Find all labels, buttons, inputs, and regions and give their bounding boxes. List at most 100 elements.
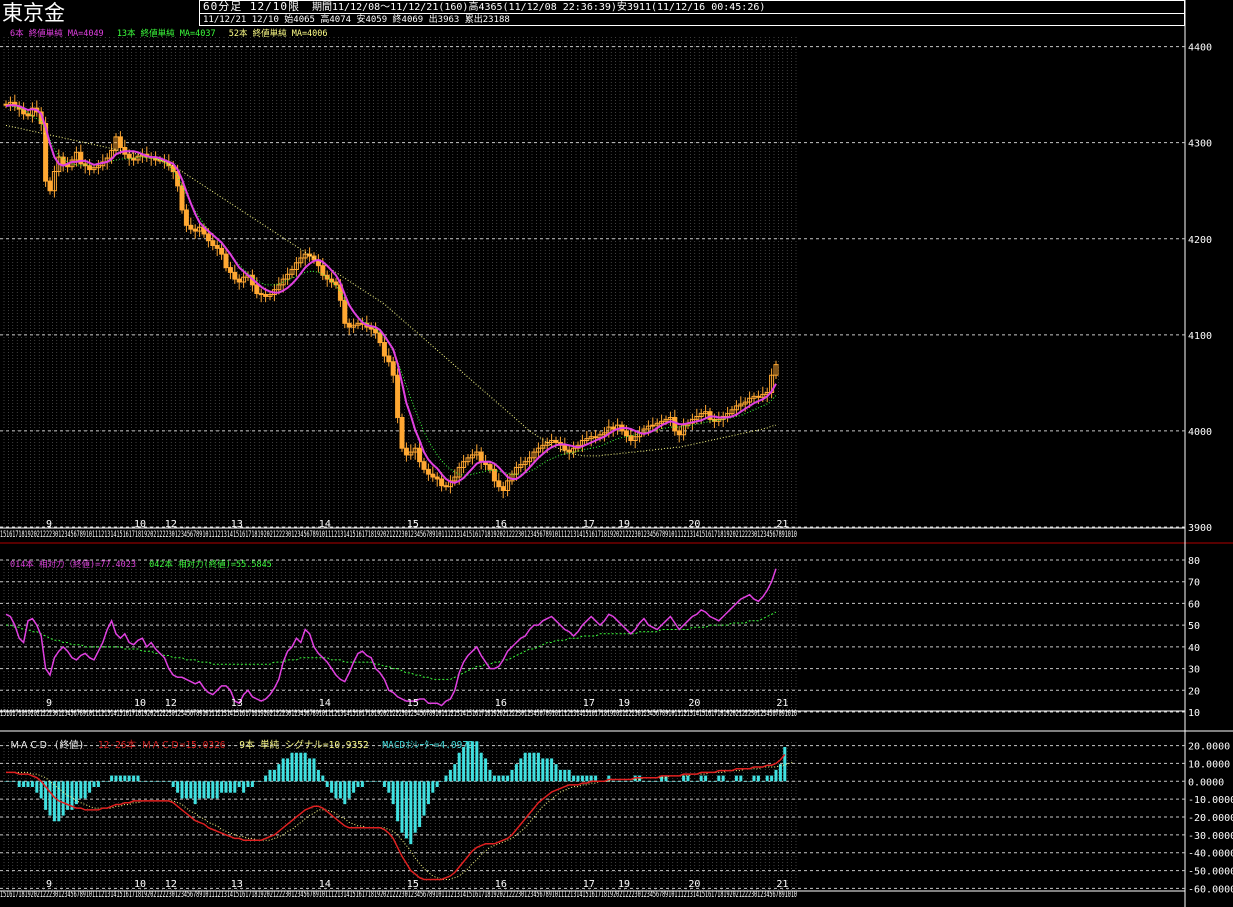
- histogram-bar: [308, 758, 312, 782]
- histogram-bar: [488, 769, 492, 782]
- histogram-bar: [484, 758, 488, 782]
- histogram-bar: [528, 752, 532, 782]
- histogram-bar: [250, 781, 254, 787]
- y-tick-label: 60: [1188, 599, 1200, 610]
- histogram-bar: [400, 781, 404, 833]
- y-tick-label: 50: [1188, 621, 1200, 632]
- histogram-bar: [730, 781, 734, 782]
- histogram-bar: [338, 781, 342, 799]
- histogram-bar: [704, 775, 708, 782]
- y-tick-label: 10: [1188, 708, 1200, 719]
- x-day-label: 21: [776, 519, 788, 530]
- x-day-label: 9: [46, 519, 52, 530]
- histogram-bar: [699, 775, 703, 782]
- candle: [346, 322, 352, 328]
- histogram-bar: [492, 775, 496, 782]
- x-day-label: 15: [407, 519, 419, 530]
- histogram-bar: [92, 781, 96, 787]
- rsi14-line: [5, 568, 777, 707]
- histogram-bar: [189, 781, 193, 799]
- x-day-label: 19: [618, 519, 630, 530]
- panel-grid-1: 10 20 30 40 50 60 70 80: [0, 556, 1200, 719]
- candle: [236, 278, 242, 283]
- histogram-bar: [558, 769, 562, 782]
- histogram-bar: [431, 781, 435, 793]
- histogram-bar: [123, 775, 127, 782]
- histogram-bar: [114, 775, 118, 782]
- histogram-bar: [316, 769, 320, 782]
- x-day-label: 20: [688, 879, 700, 890]
- candle: [210, 240, 216, 246]
- x-day-label: 17: [583, 879, 595, 890]
- histogram-bar: [413, 781, 417, 833]
- x-hour-labels: 1516171819202122230123456789101112131415…: [0, 709, 797, 719]
- x-day-label: 17: [583, 519, 595, 530]
- candle: [421, 461, 427, 470]
- candle: [205, 233, 211, 242]
- y-tick-label: 70: [1188, 578, 1200, 589]
- histogram-bar: [761, 781, 765, 782]
- histogram-bar: [717, 775, 721, 782]
- y-tick-label: 20: [1188, 686, 1200, 697]
- histogram-bar: [523, 752, 527, 782]
- y-tick-label: 30: [1188, 665, 1200, 676]
- histogram-bar: [396, 781, 400, 822]
- y-tick-label: 4000: [1188, 427, 1212, 438]
- y-tick-label: -10.0000: [1188, 795, 1233, 806]
- histogram-bar: [268, 769, 272, 782]
- histogram-bar: [118, 775, 122, 782]
- histogram-bar: [580, 775, 584, 782]
- histogram-bar: [198, 781, 202, 799]
- histogram-bar: [545, 758, 549, 782]
- candle: [755, 395, 761, 398]
- histogram-bar: [616, 781, 620, 782]
- candle: [87, 165, 93, 171]
- histogram-bar: [686, 775, 690, 782]
- histogram-bar: [532, 752, 536, 782]
- histogram-bar: [356, 781, 360, 787]
- histogram-bar: [594, 775, 598, 782]
- histogram-bar: [149, 781, 153, 782]
- histogram-bar: [655, 781, 659, 782]
- x-day-label: 10: [134, 519, 146, 530]
- candle: [179, 185, 185, 211]
- histogram-bar: [470, 741, 474, 782]
- candle: [258, 293, 264, 296]
- rsi42-line: [6, 611, 777, 680]
- histogram-bar: [167, 781, 171, 782]
- candle: [593, 436, 599, 439]
- histogram-bar: [440, 781, 444, 782]
- histogram-bar: [404, 781, 408, 839]
- histogram-bar: [180, 781, 184, 799]
- candle: [126, 153, 132, 159]
- candle: [25, 113, 31, 117]
- x-day-label: 15: [407, 698, 419, 709]
- histogram-bar: [110, 775, 114, 782]
- histogram-bar: [211, 781, 215, 799]
- histogram-bar: [752, 775, 756, 782]
- histogram-bar: [576, 775, 580, 782]
- histogram-bar: [783, 747, 787, 782]
- x-day-label: 10: [134, 879, 146, 890]
- histogram-bar: [514, 764, 518, 782]
- histogram-bar: [642, 781, 646, 782]
- histogram-bar: [620, 781, 624, 782]
- histogram-bar: [554, 764, 558, 782]
- histogram-bar: [79, 781, 83, 799]
- histogram-bar: [132, 775, 136, 782]
- histogram-bar: [294, 752, 298, 782]
- histogram-bar: [756, 775, 760, 782]
- histogram-bar: [374, 781, 378, 782]
- candle: [562, 444, 568, 451]
- histogram-bar: [171, 781, 175, 787]
- x-day-label: 19: [618, 879, 630, 890]
- candle: [381, 342, 387, 357]
- y-tick-label: 3900: [1188, 523, 1212, 534]
- histogram-bar: [466, 741, 470, 782]
- histogram-bar: [259, 781, 263, 782]
- histogram-bar: [193, 781, 197, 805]
- candle: [263, 293, 269, 297]
- histogram-bar: [30, 781, 34, 787]
- histogram-bar: [774, 769, 778, 782]
- candle: [183, 209, 189, 226]
